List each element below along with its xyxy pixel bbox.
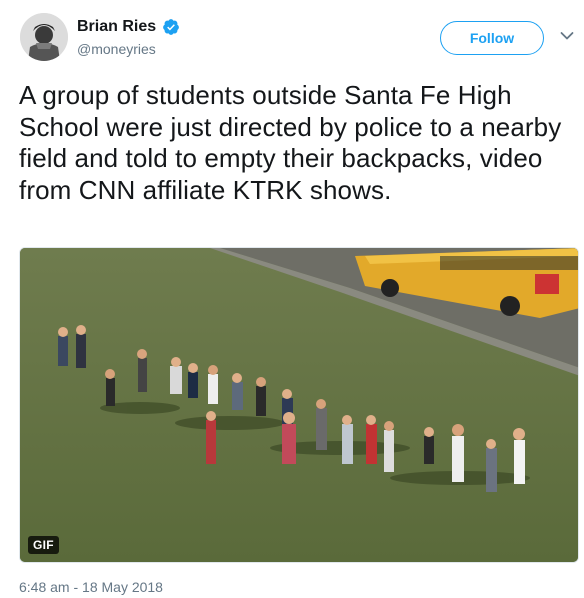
tweet-media-gif[interactable]: GIF — [19, 247, 579, 563]
avatar[interactable] — [20, 13, 68, 61]
author-handle[interactable]: @moneyries — [77, 41, 156, 57]
tweet-timestamp[interactable]: 6:48 am - 18 May 2018 — [19, 579, 163, 595]
gif-still-image — [20, 248, 578, 562]
verified-badge-icon — [163, 19, 180, 35]
author-display-name[interactable]: Brian Ries — [77, 18, 156, 36]
chevron-down-icon[interactable] — [560, 31, 574, 41]
tweet-card: Brian Ries @moneyries Follow A group of … — [0, 0, 584, 598]
follow-button[interactable]: Follow — [440, 21, 544, 55]
tweet-text: A group of students outside Santa Fe Hig… — [19, 80, 562, 205]
gif-badge: GIF — [28, 536, 59, 554]
author-name-row[interactable]: Brian Ries — [77, 16, 180, 38]
